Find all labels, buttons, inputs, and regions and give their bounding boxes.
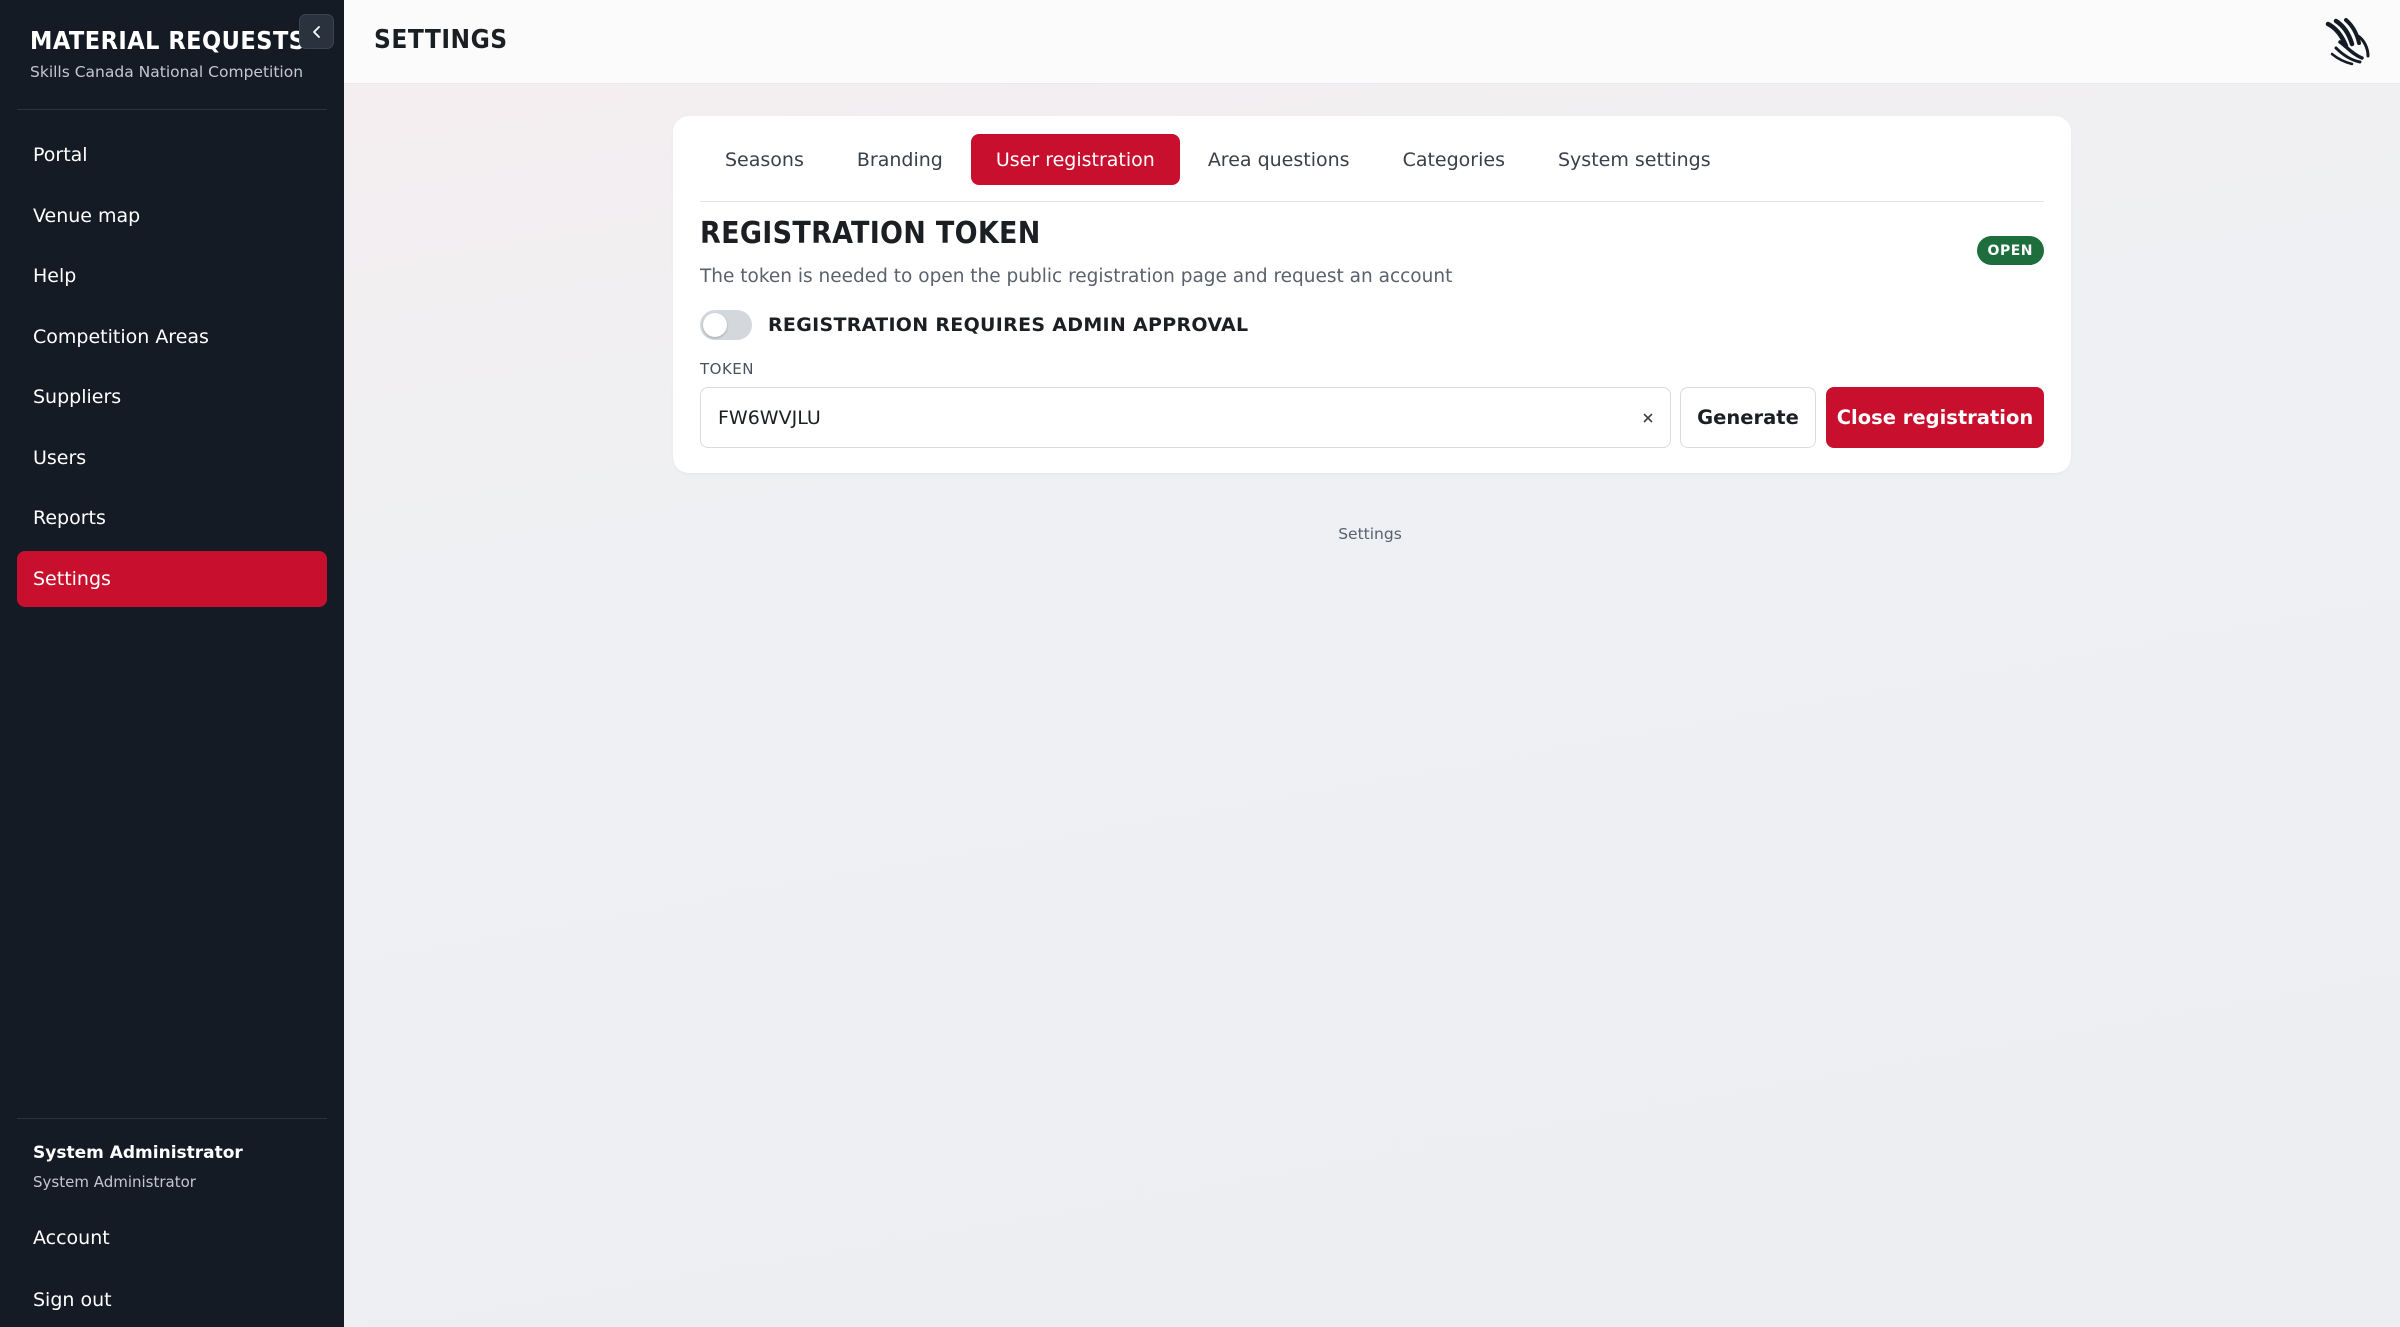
toggle-knob (703, 313, 727, 337)
brand: MATERIAL REQUESTS Skills Canada National… (30, 26, 306, 81)
section-title: REGISTRATION TOKEN (700, 216, 1041, 251)
sidebar-item-account[interactable]: Account (17, 1210, 327, 1266)
sidebar-item-label: Competition Areas (33, 325, 209, 348)
sidebar-item-reports[interactable]: Reports (17, 490, 327, 546)
sidebar-item-competition-areas[interactable]: Competition Areas (17, 309, 327, 365)
sidebar-item-portal[interactable]: Portal (17, 127, 327, 183)
user-info: System Administrator System Administrato… (33, 1143, 243, 1191)
admin-approval-toggle[interactable] (700, 310, 752, 340)
generate-button[interactable]: Generate (1680, 387, 1816, 448)
tab-seasons[interactable]: Seasons (700, 134, 829, 185)
tab-categories[interactable]: Categories (1378, 134, 1530, 185)
account-nav: Account Sign out (17, 1210, 327, 1327)
sidebar-item-users[interactable]: Users (17, 430, 327, 486)
sidebar-item-label: Users (33, 446, 87, 469)
status-badge: OPEN (1976, 236, 2044, 265)
admin-approval-label: REGISTRATION REQUIRES ADMIN APPROVAL (768, 314, 1249, 336)
admin-approval-row: REGISTRATION REQUIRES ADMIN APPROVAL (700, 310, 1248, 340)
user-name: System Administrator (33, 1143, 243, 1163)
sidebar-divider (17, 1118, 327, 1119)
settings-tabs: Seasons Branding User registration Area … (700, 134, 2044, 202)
sidebar-item-sign-out[interactable]: Sign out (17, 1272, 327, 1327)
sidebar-item-suppliers[interactable]: Suppliers (17, 369, 327, 425)
app-title: MATERIAL REQUESTS (30, 26, 306, 55)
sidebar-item-label: Reports (33, 507, 106, 529)
tab-system-settings[interactable]: System settings (1533, 134, 1736, 185)
app-subtitle: Skills Canada National Competition (30, 63, 304, 81)
sidebar: MATERIAL REQUESTS Skills Canada National… (0, 0, 344, 1327)
sidebar-item-label: Account (33, 1227, 110, 1249)
tab-branding[interactable]: Branding (832, 134, 968, 185)
brand-hands-logo-icon (2325, 18, 2370, 66)
section-description: The token is needed to open the public r… (700, 266, 1453, 287)
sidebar-item-label: Settings (33, 567, 111, 590)
tab-area-questions[interactable]: Area questions (1183, 134, 1375, 185)
settings-card: Seasons Branding User registration Area … (673, 116, 2071, 473)
sidebar-divider (17, 109, 327, 110)
sidebar-item-help[interactable]: Help (17, 248, 327, 304)
token-label: TOKEN (700, 360, 755, 378)
sidebar-item-label: Portal (33, 144, 88, 166)
close-registration-button[interactable]: Close registration (1826, 387, 2044, 448)
sidebar-item-label: Suppliers (33, 386, 122, 408)
sidebar-item-label: Help (33, 265, 77, 287)
sidebar-item-venue-map[interactable]: Venue map (17, 188, 327, 244)
user-role: System Administrator (33, 1173, 196, 1191)
sidebar-item-settings[interactable]: Settings (17, 550, 327, 607)
sidebar-nav: Portal Venue map Help Competition Areas … (17, 127, 327, 611)
top-bar: SETTINGS (344, 0, 2400, 84)
chevron-left-icon (312, 25, 320, 38)
footer-breadcrumb: Settings (1338, 525, 1402, 543)
sidebar-item-label: Sign out (33, 1289, 112, 1311)
token-input[interactable]: FW6WVJLU (700, 387, 1671, 448)
token-value: FW6WVJLU (718, 406, 821, 429)
page-title: SETTINGS (374, 25, 508, 55)
collapse-sidebar-button[interactable] (299, 14, 334, 49)
clear-icon[interactable] (1640, 410, 1656, 426)
sidebar-item-label: Venue map (33, 204, 141, 227)
tab-user-registration[interactable]: User registration (970, 134, 1180, 185)
